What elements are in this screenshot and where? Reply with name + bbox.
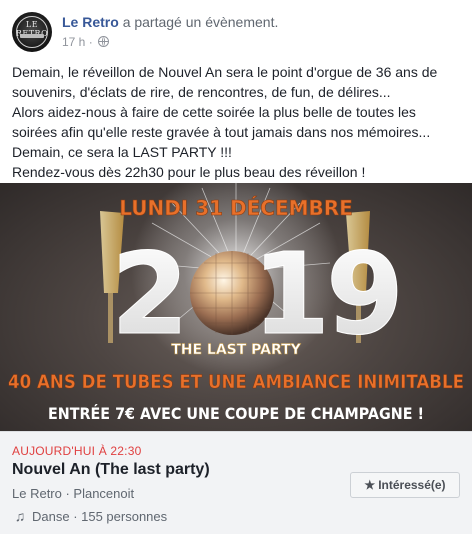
event-details-text: Danse · 155 personnes [32,509,168,524]
event-cover-image[interactable]: LUNDI 31 DÉCEMBRE 2 19 THE LAST PARTY 40… [0,183,472,431]
poster-subtitle: THE LAST PARTY [171,342,301,358]
interested-button-label: Intéressé(e) [378,478,446,492]
post-line: souvenirs, d'éclats de rire, de rencontr… [12,84,391,100]
poster-year-right: 19 [252,230,400,360]
post-line: Demain, ce sera la LAST PARTY !!! [12,144,232,160]
star-icon: ★ [364,478,376,492]
event-title-link[interactable]: Nouvel An (The last party) [12,461,210,479]
page-avatar[interactable]: LE RETRO [12,12,52,52]
post-line: Alors aidez-nous à faire de cette soirée… [12,104,416,120]
event-date-label: AUJOURD'HUI À 22:30 [12,444,142,458]
post-meta: 17 h · [62,34,110,50]
page-name-link[interactable]: Le Retro [62,14,119,30]
interested-button[interactable]: ★ Intéressé(e) [350,472,460,498]
post-line: Rendez-vous dès 22h30 pour le plus beau … [12,164,366,180]
post-line: Demain, le réveillon de Nouvel An sera l… [12,64,438,80]
post-author-line: Le Retro a partagé un évènement. [62,13,278,31]
event-details: ♫ Danse · 155 personnes [12,508,167,524]
shared-event-post: LE RETRO Le Retro a partagé un évènement… [0,0,472,534]
post-header: LE RETRO Le Retro a partagé un évènement… [12,10,462,54]
music-note-icon: ♫ [14,508,26,524]
poster-year-left: 2 [111,230,189,360]
post-body-text: Demain, le réveillon de Nouvel An sera l… [12,62,464,182]
poster-price-text: ENTRÉE 7€ AVEC UNE COUPE DE CHAMPAGNE ! [48,404,424,423]
post-timestamp[interactable]: 17 h [62,35,85,49]
event-location: Le Retro · Plancenoit [12,486,135,501]
poster-tagline: 40 ANS DE TUBES ET UNE AMBIANCE INIMITAB… [8,372,464,393]
meta-separator: · [88,35,93,49]
avatar-logo-bar [20,34,44,38]
post-line: soirées afin qu'elle reste gravée à tout… [12,124,431,140]
poster-date-text: LUNDI 31 DÉCEMBRE [119,196,353,220]
event-card[interactable]: AUJOURD'HUI À 22:30 Nouvel An (The last … [0,431,472,534]
globe-icon[interactable] [98,36,110,47]
post-action-text: a partagé un évènement. [122,14,279,30]
